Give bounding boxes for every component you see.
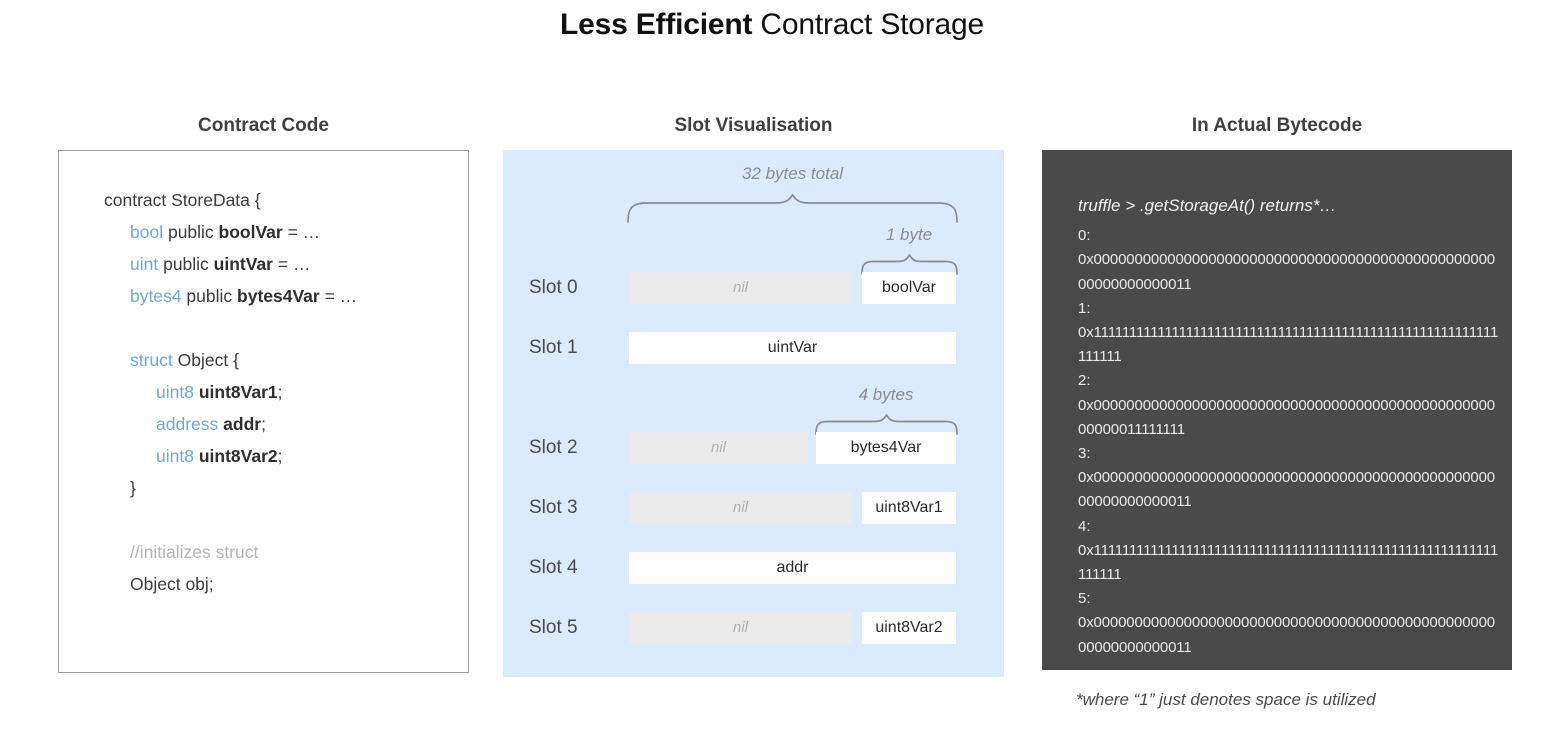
code-line: //initializes struct	[104, 536, 462, 568]
code-token-kw: bytes4	[130, 286, 182, 306]
contract-code-listing: contract StoreData { bool public boolVar …	[104, 184, 462, 600]
brace-32-bytes-icon	[627, 194, 958, 223]
code-line: }	[104, 472, 462, 504]
slot-segment-nil: nil	[629, 492, 852, 524]
slot-segment-value: addr	[629, 552, 956, 584]
slot-segment-value: uintVar	[629, 332, 956, 364]
code-token-kw: uint8	[156, 382, 194, 402]
bytecode-panel: truffle > .getStorageAt() returns*… 0: 0x…	[1042, 150, 1512, 670]
slot-label: Slot 2	[529, 437, 578, 458]
contract-code-heading: Contract Code	[198, 115, 329, 136]
slot-label: Slot 0	[529, 277, 578, 298]
code-token-var: uint8Var1	[198, 382, 278, 402]
code-line: bool public boolVar = …	[104, 216, 462, 248]
bytecode-heading: In Actual Bytecode	[1191, 115, 1363, 136]
bytecode-slot-index: 2:	[1078, 372, 1091, 390]
bytecode-slot-value: 0x00000000000000000000000000000000000000…	[1078, 469, 1495, 511]
slot-visualisation-panel: 32 bytes total 1 byte 4 bytes Slot 0 nil b…	[503, 150, 1004, 677]
bytecode-slot-value: 0x11111111111111111111111111111111111111…	[1078, 324, 1499, 366]
bytecode-slot-index: 3:	[1078, 445, 1091, 463]
code-token-kw: uint	[130, 254, 159, 274]
code-line: uint8 uint8Var2;	[104, 440, 462, 472]
page-title: Less Efficient Contract Storage	[0, 8, 1544, 42]
code-token-cmt: //initializes struct	[130, 542, 259, 562]
code-token-var: boolVar	[218, 222, 283, 242]
slot-label: Slot 3	[529, 497, 578, 518]
code-token-plain: ;	[261, 414, 266, 434]
slot-row: Slot 3 nil uint8Var1	[503, 492, 1004, 524]
code-token-kw: bool	[130, 222, 164, 242]
code-token-kw: uint8	[156, 446, 194, 466]
code-line: struct Object {	[104, 344, 462, 376]
code-token-plain: }	[130, 478, 136, 498]
code-line: bytes4 public bytes4Var = …	[104, 280, 462, 312]
slot-segment-value: uint8Var1	[862, 492, 956, 524]
page-title-strong: Less Efficient	[560, 8, 753, 41]
bytecode-slot-value: 0x00000000000000000000000000000000000000…	[1078, 251, 1495, 293]
code-token-var: addr	[223, 414, 262, 434]
code-line: address addr;	[104, 408, 462, 440]
slot-row: Slot 5 nil uint8Var2	[503, 612, 1004, 644]
slot-segment-nil: nil	[629, 432, 808, 464]
slot-segment-value: boolVar	[862, 272, 956, 304]
slot-label: Slot 4	[529, 557, 578, 578]
contract-code-panel: contract StoreData { bool public boolVar …	[58, 150, 469, 673]
code-token-plain: public	[163, 222, 219, 242]
code-token-plain: ;	[277, 382, 283, 402]
slot-segment-value: bytes4Var	[816, 432, 956, 464]
slot-segment-value: uint8Var2	[862, 612, 956, 644]
code-token-plain: public	[158, 254, 214, 274]
brace-label-1-byte: 1 byte	[885, 225, 933, 244]
brace-label-4-bytes: 4 bytes	[858, 385, 914, 404]
bytecode-listing: truffle > .getStorageAt() returns*… 0: 0x…	[1078, 194, 1502, 660]
slot-row: Slot 0 nil boolVar	[503, 272, 1004, 304]
slot-row: Slot 4 addr	[503, 552, 1004, 584]
code-token-plain: = …	[273, 254, 311, 274]
bytecode-footnote: *where “1” just denotes space is utilize…	[1076, 690, 1376, 709]
slot-segment-nil: nil	[629, 612, 852, 644]
brace-label-32-bytes: 32 bytes total	[741, 164, 844, 183]
slot-label: Slot 1	[529, 337, 578, 358]
code-token-kw: address	[156, 414, 219, 434]
code-token-plain: = …	[319, 286, 358, 306]
code-token-plain: = …	[282, 222, 321, 242]
slot-label: Slot 5	[529, 617, 578, 638]
code-token-plain: contract StoreData {	[104, 190, 261, 210]
bytecode-slot-index: 0:	[1078, 227, 1091, 245]
code-line: uint public uintVar = …	[104, 248, 462, 280]
bytecode-slot-value: 0x00000000000000000000000000000000000000…	[1078, 614, 1495, 656]
code-token-plain: ;	[277, 446, 283, 466]
slot-visualisation-heading: Slot Visualisation	[674, 115, 833, 136]
bytecode-slot-index: 1:	[1078, 299, 1091, 317]
code-token-var: bytes4Var	[237, 286, 320, 306]
code-token-plain: public	[181, 286, 238, 306]
code-token-var: uint8Var2	[198, 446, 278, 466]
page-title-light: Contract Storage	[752, 8, 984, 41]
bytecode-slot-value: 0x11111111111111111111111111111111111111…	[1078, 541, 1499, 584]
slot-row: Slot 2 nil bytes4Var	[503, 432, 1004, 464]
code-token-kw: struct	[130, 350, 173, 370]
bytecode-slot-value: 0x00000000000000000000000000000000000000…	[1078, 396, 1495, 438]
slot-segment-nil: nil	[629, 272, 852, 304]
code-line: Object obj;	[104, 568, 462, 600]
bytecode-slot-index: 4:	[1078, 517, 1091, 535]
code-token-plain: Object {	[172, 350, 239, 370]
code-token-var: uintVar	[213, 254, 273, 274]
code-line: uint8 uint8Var1;	[104, 376, 462, 408]
code-line: contract StoreData {	[104, 184, 462, 216]
code-token-plain: Object obj;	[130, 574, 214, 594]
slot-row: Slot 1 uintVar	[503, 332, 1004, 364]
bytecode-slot-index: 5:	[1078, 590, 1091, 608]
bytecode-command-line: truffle > .getStorageAt() returns*…	[1078, 196, 1337, 215]
